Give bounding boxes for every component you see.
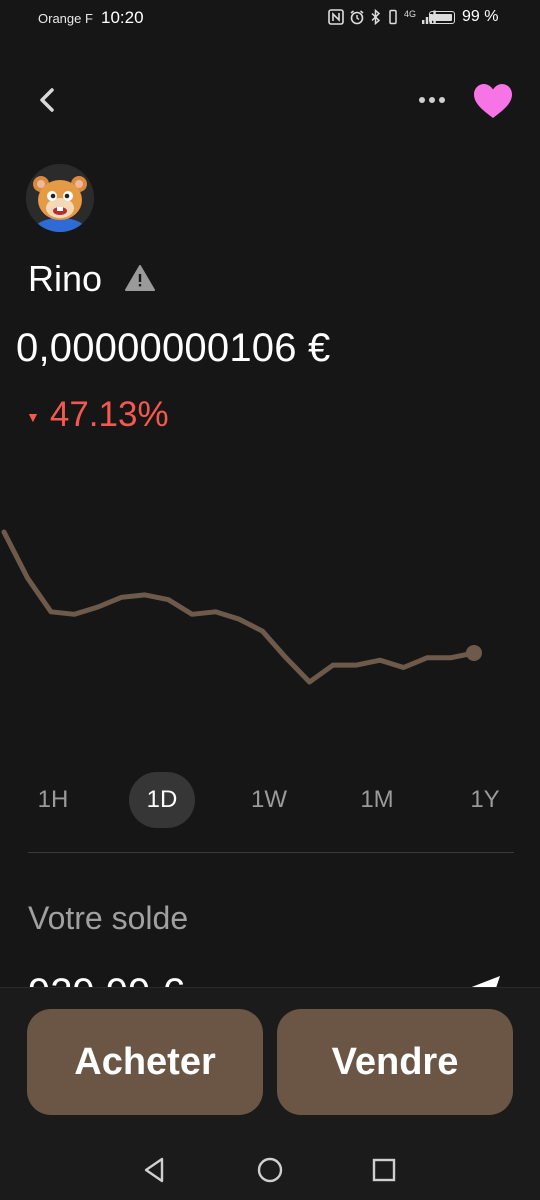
token-detail-screen: Orange F 10:20 4G 99 % Rino 0,0000000010… [0,0,540,1200]
status-time: 10:20 [101,8,144,27]
price-change-value: 47.13% [49,395,169,434]
warning-triangle-icon[interactable] [124,263,156,293]
range-option[interactable]: 1H [20,772,86,828]
price-chart[interactable] [0,500,540,720]
back-button[interactable] [30,82,66,118]
send-icon[interactable] [460,970,504,988]
nav-recents-icon[interactable] [367,1153,401,1187]
more-horizontal-icon [419,97,445,103]
system-navigation-bar [0,1145,540,1200]
range-option[interactable]: 1Y [452,772,518,828]
alarm-icon [349,9,365,30]
carrier-name: Orange F [38,11,93,26]
token-avatar [26,164,94,232]
battery-charging-icon [429,11,455,24]
chart-line [1,529,477,685]
range-option[interactable]: 1M [344,772,410,828]
time-range-selector: 1H 1D 1W 1M 1Y [0,772,540,828]
system-icons: 4G [328,8,437,30]
token-price: 0,00000000106 € [16,326,331,370]
nfc-icon [328,9,344,30]
range-option[interactable]: 1W [236,772,302,828]
divider [28,852,514,853]
chart-current-point [466,644,482,661]
balance-value: 929,99 € [28,965,184,987]
status-bar: Orange F 10:20 4G 99 % [0,0,540,40]
nav-home-icon[interactable] [253,1153,287,1187]
4g-icon: 4G [404,9,417,19]
more-options-button[interactable] [412,86,452,114]
nav-back-icon[interactable] [138,1153,172,1187]
token-name: Rino [28,258,103,299]
battery-percent: 99 % [462,8,499,25]
chevron-left-icon [40,88,54,112]
triangle-down-icon: ▼ [26,409,40,425]
buy-button[interactable]: Acheter [27,1009,263,1115]
balance-label: Votre solde [28,900,189,936]
heart-icon [474,84,512,118]
vibrate-icon [387,9,399,30]
favorite-button[interactable] [470,78,516,124]
price-change: ▼ 47.13% [26,395,169,435]
range-option[interactable]: 1D [129,772,195,828]
hamster-logo-icon [26,164,94,232]
sell-button[interactable]: Vendre [277,1009,513,1115]
bluetooth-icon [370,8,382,30]
